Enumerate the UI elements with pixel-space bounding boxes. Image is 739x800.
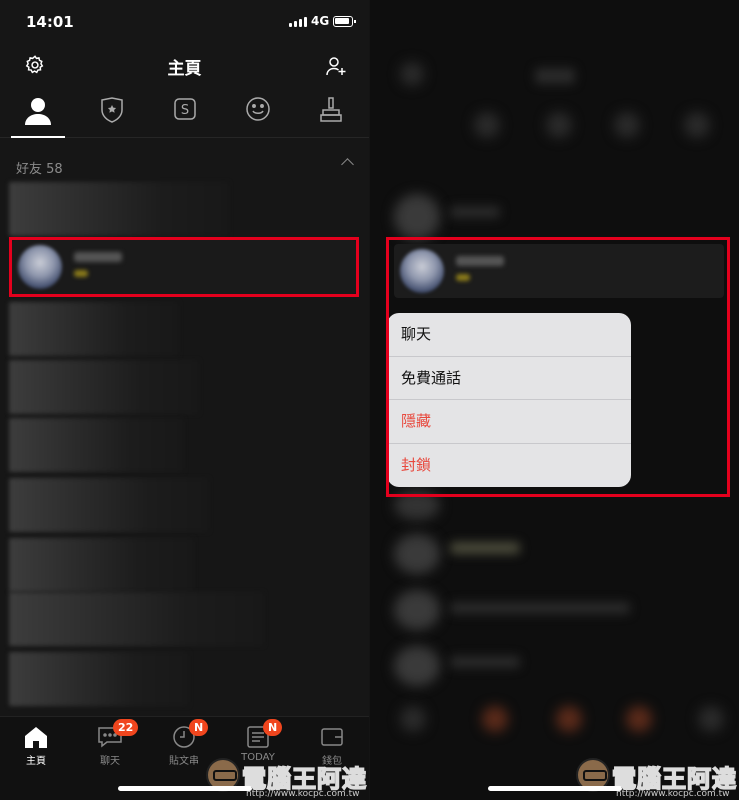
friend-row-blurred[interactable] [9,652,189,706]
chat-badge: 22 [113,719,139,736]
signal-icon [289,17,307,27]
tab-stickers[interactable]: S [163,96,207,132]
friend-row-blurred[interactable] [9,182,229,236]
friend-status-blurred [74,270,88,277]
blurred-title [535,68,575,84]
avatar [400,249,444,293]
blurred-text [450,206,500,218]
menu-item-hide[interactable]: 隱藏 [387,400,631,444]
tab-emoji[interactable] [236,96,280,132]
theme-brush-icon [320,97,342,122]
blurred-icon [474,112,500,138]
context-menu: 聊天 免費通話 隱藏 封鎖 [387,313,631,487]
nav-home-label: 主頁 [26,756,46,767]
blurred-badge [482,706,508,732]
friend-row-selected[interactable] [12,240,356,294]
blurred-avatar [394,490,440,520]
friend-row-blurred[interactable] [9,418,184,472]
today-badge: N [263,719,283,736]
add-friend-icon[interactable] [324,54,348,82]
nav-timeline-label: 貼文串 [169,756,199,767]
friend-row-preview[interactable] [394,244,724,298]
context-menu-screen: 聊天 免費通話 隱藏 封鎖 電腦王阿達 http://www.kocpc.com… [370,0,739,800]
watermark-url: http://www.kocpc.com.tw [616,789,730,799]
avatar [18,245,62,289]
blurred-icon [546,112,572,138]
blurred-text [450,542,520,554]
friend-row-blurred[interactable] [9,478,209,532]
friend-row-blurred[interactable] [9,360,199,414]
nav-timeline[interactable]: N 貼文串 [154,719,214,767]
blurred-text [450,656,520,668]
blurred-icon [698,706,724,732]
person-icon [25,98,51,125]
header: 主頁 [0,44,369,86]
blurred-icon [400,62,424,86]
blurred-text [450,602,630,614]
tab-friends[interactable] [11,96,65,138]
friend-status-blurred [456,274,470,281]
blurred-avatar [394,590,440,630]
nav-chat[interactable]: 22 聊天 [80,719,140,767]
friend-row-blurred[interactable] [9,302,179,356]
friend-row-blurred[interactable] [9,592,264,646]
tab-themes[interactable] [309,96,353,132]
blurred-icon [614,112,640,138]
blurred-avatar [394,646,440,686]
home-tabs: S [0,90,369,138]
timeline-badge: N [189,719,209,736]
shield-star-icon [101,97,123,123]
battery-icon [333,16,356,27]
status-bar: 14:01 4G [0,0,369,44]
menu-item-block[interactable]: 封鎖 [387,444,631,488]
menu-item-free-call[interactable]: 免費通話 [387,357,631,400]
friend-name-blurred [456,256,504,266]
watermark-url: http://www.kocpc.com.tw [246,789,360,799]
watermark-logo: 電腦王阿達 http://www.kocpc.com.tw [576,756,738,800]
blurred-avatar [394,194,440,240]
blurred-badge [626,706,652,732]
home-screen: 14:01 4G 主頁 S 好友 58 主頁 22 聊天 N 貼文串 N TOD… [0,0,369,800]
nav-chat-label: 聊天 [100,756,120,767]
blurred-avatar [394,534,440,574]
svg-text:S: S [181,103,189,118]
friends-section-header: 好友 58 [16,162,63,177]
tab-official[interactable] [90,96,134,132]
friend-name-blurred [74,252,122,262]
home-indicator [488,786,622,791]
friend-row-blurred[interactable] [9,538,194,592]
wallet-icon [321,728,343,746]
blurred-badge [556,706,582,732]
home-indicator [118,786,252,791]
smiley-icon [246,97,270,121]
menu-item-chat[interactable]: 聊天 [387,313,631,357]
collapse-chevron-icon[interactable] [341,158,354,171]
blurred-icon [684,112,710,138]
page-title: 主頁 [167,59,202,79]
sticker-shop-icon: S [174,98,196,120]
network-label: 4G [311,14,330,28]
status-time: 14:01 [26,13,74,31]
nav-home[interactable]: 主頁 [6,725,66,767]
home-icon [25,727,47,748]
watermark-logo: 電腦王阿達 http://www.kocpc.com.tw [206,756,368,800]
blurred-icon [400,706,426,732]
